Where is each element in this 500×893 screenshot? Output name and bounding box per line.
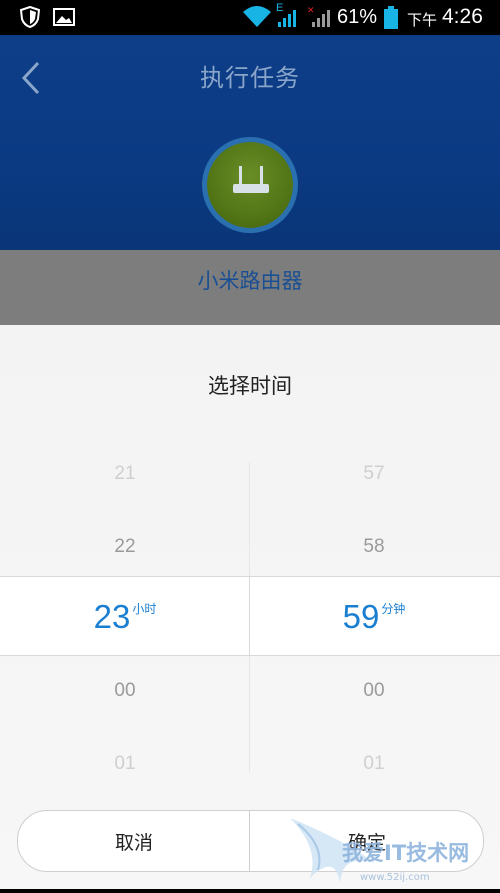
- image-icon: [53, 8, 75, 26]
- minute-unit: 分钟: [381, 602, 406, 616]
- time-period: 下午: [407, 11, 438, 29]
- hour-option[interactable]: 21: [0, 463, 250, 485]
- minute-option[interactable]: 57: [249, 463, 499, 485]
- hour-wheel-selected[interactable]: 23 小时: [0, 598, 250, 636]
- action-buttons: 取消 确定: [17, 810, 484, 872]
- battery-percent: 61%: [337, 6, 378, 28]
- clock: 4:26: [442, 5, 483, 28]
- selected-minute: 59: [342, 598, 380, 635]
- minute-option[interactable]: 00: [249, 680, 499, 702]
- svg-text:✕: ✕: [307, 6, 315, 16]
- hour-option[interactable]: 22: [0, 536, 250, 558]
- minute-option[interactable]: 58: [249, 536, 499, 558]
- battery-icon: [384, 6, 398, 29]
- page-title: 执行任务: [200, 64, 300, 92]
- router-icon: [233, 166, 269, 193]
- wifi-icon: [243, 6, 271, 27]
- device-name: 小米路由器: [197, 269, 303, 293]
- shield-icon: [20, 6, 40, 28]
- minute-option[interactable]: 01: [249, 753, 499, 775]
- hour-unit: 小时: [132, 602, 157, 616]
- confirm-button[interactable]: 确定: [251, 811, 483, 871]
- hour-option[interactable]: 01: [0, 753, 250, 775]
- cancel-button[interactable]: 取消: [18, 811, 250, 871]
- signal-icon: [278, 10, 296, 27]
- status-bar: E ✕ 61% 下午 4:26: [0, 0, 500, 35]
- device-avatar: [202, 137, 298, 233]
- picker-title: 选择时间: [208, 374, 292, 398]
- hour-option[interactable]: 00: [0, 680, 250, 702]
- selected-hour: 23: [93, 598, 131, 635]
- minute-wheel-selected[interactable]: 59 分钟: [249, 598, 499, 636]
- signal-off-icon: ✕: [307, 6, 330, 27]
- button-separator: [249, 810, 250, 872]
